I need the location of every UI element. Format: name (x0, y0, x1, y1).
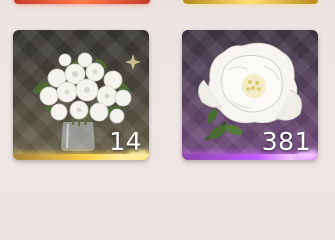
partial-item-card-top-left[interactable] (14, 0, 150, 4)
item-card-bouquet[interactable]: 14 (13, 30, 149, 160)
partial-item-card-top-right[interactable] (183, 0, 318, 4)
item-quantity: 381 (261, 127, 311, 156)
item-quantity: 14 (109, 127, 142, 156)
item-card-white-rose[interactable]: 381 (182, 30, 318, 160)
